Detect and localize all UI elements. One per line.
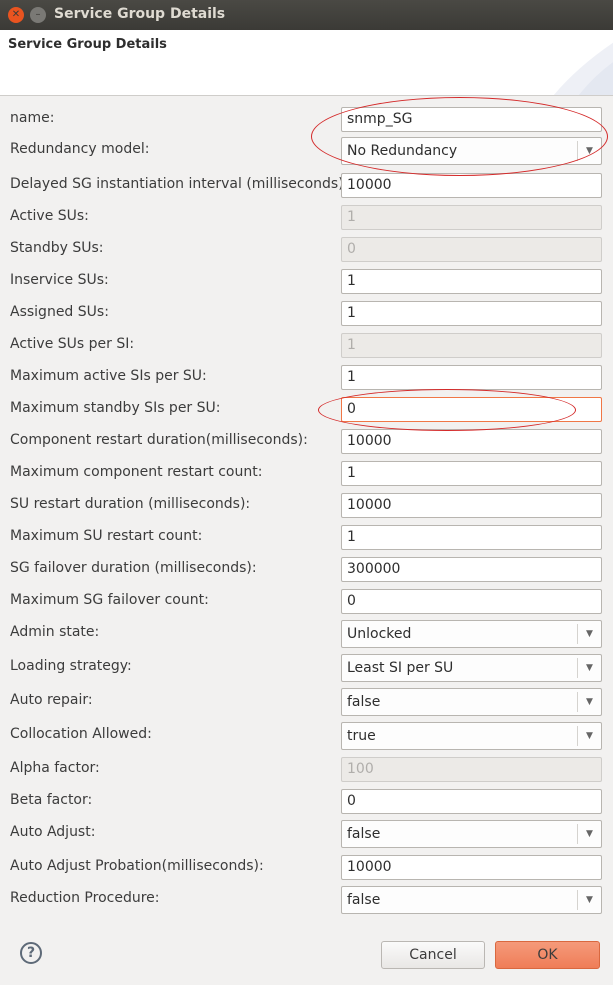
field-label: Loading strategy: [10,658,132,674]
field-label: Delayed SG instantiation interval (milli… [10,176,349,192]
chevron-down-icon[interactable]: ▼ [577,726,601,746]
chevron-down-icon[interactable]: ▼ [577,624,601,644]
text-input[interactable]: 10000 [341,493,602,518]
dropdown-select[interactable]: false ▼ [341,886,602,914]
field-label: Reduction Procedure: [10,890,160,906]
ok-button[interactable]: OK [495,941,600,969]
dialog-banner: Service Group Details [0,30,613,96]
text-input[interactable]: 300000 [341,557,602,582]
field-label: Maximum active SIs per SU: [10,368,207,384]
field-label: Auto repair: [10,692,93,708]
dropdown-value: Least SI per SU [347,660,454,676]
field-label: Inservice SUs: [10,272,109,288]
text-input[interactable]: 0 [341,589,602,614]
readonly-field: 1 [341,333,602,358]
banner-title: Service Group Details [8,37,167,52]
text-input[interactable]: 1 [341,365,602,390]
chevron-down-icon[interactable]: ▼ [577,141,601,161]
text-input[interactable]: 10000 [341,429,602,454]
field-label: Maximum standby SIs per SU: [10,400,221,416]
text-input[interactable]: 0 [341,789,602,814]
dropdown-value: true [347,728,376,744]
banner-decoration [553,42,613,95]
close-icon[interactable]: ✕ [8,7,24,23]
field-label: SG failover duration (milliseconds): [10,560,257,576]
dropdown-value: No Redundancy [347,143,458,159]
field-label: Maximum component restart count: [10,464,263,480]
field-label: Standby SUs: [10,240,104,256]
text-input[interactable]: 1 [341,461,602,486]
field-label: name: [10,110,55,126]
dropdown-value: false [347,826,381,842]
field-label: Maximum SU restart count: [10,528,203,544]
text-input[interactable]: 10000 [341,173,602,198]
dropdown-value: Unlocked [347,626,412,642]
minimize-icon[interactable]: – [30,7,46,23]
dropdown-select[interactable]: No Redundancy ▼ [341,137,602,165]
cancel-button[interactable]: Cancel [381,941,485,969]
text-input[interactable]: 0 [341,397,602,422]
field-label: Maximum SG failover count: [10,592,209,608]
field-label: Redundancy model: [10,141,150,157]
text-input[interactable]: 10000 [341,855,602,880]
text-input[interactable]: snmp_SG [341,107,602,132]
text-input[interactable]: 1 [341,525,602,550]
chevron-down-icon[interactable]: ▼ [577,824,601,844]
dropdown-value: false [347,694,381,710]
field-label: Beta factor: [10,792,93,808]
dropdown-select[interactable]: false ▼ [341,688,602,716]
dropdown-value: false [347,892,381,908]
field-label: Component restart duration(milliseconds)… [10,432,308,448]
readonly-field: 1 [341,205,602,230]
title-bar: ✕ – Service Group Details [0,0,613,30]
text-input[interactable]: 1 [341,301,602,326]
dropdown-select[interactable]: Unlocked ▼ [341,620,602,648]
field-label: Collocation Allowed: [10,726,152,742]
field-label: Active SUs per SI: [10,336,135,352]
window-title: Service Group Details [54,6,226,22]
field-label: Active SUs: [10,208,89,224]
field-label: Alpha factor: [10,760,100,776]
chevron-down-icon[interactable]: ▼ [577,658,601,678]
readonly-field: 0 [341,237,602,262]
field-label: SU restart duration (milliseconds): [10,496,251,512]
field-label: Admin state: [10,624,100,640]
field-label: Assigned SUs: [10,304,109,320]
text-input[interactable]: 1 [341,269,602,294]
dropdown-select[interactable]: true ▼ [341,722,602,750]
dropdown-select[interactable]: Least SI per SU ▼ [341,654,602,682]
chevron-down-icon[interactable]: ▼ [577,890,601,910]
help-icon[interactable]: ? [20,942,42,964]
readonly-field: 100 [341,757,602,782]
chevron-down-icon[interactable]: ▼ [577,692,601,712]
dropdown-select[interactable]: false ▼ [341,820,602,848]
field-label: Auto Adjust Probation(milliseconds): [10,858,264,874]
field-label: Auto Adjust: [10,824,96,840]
